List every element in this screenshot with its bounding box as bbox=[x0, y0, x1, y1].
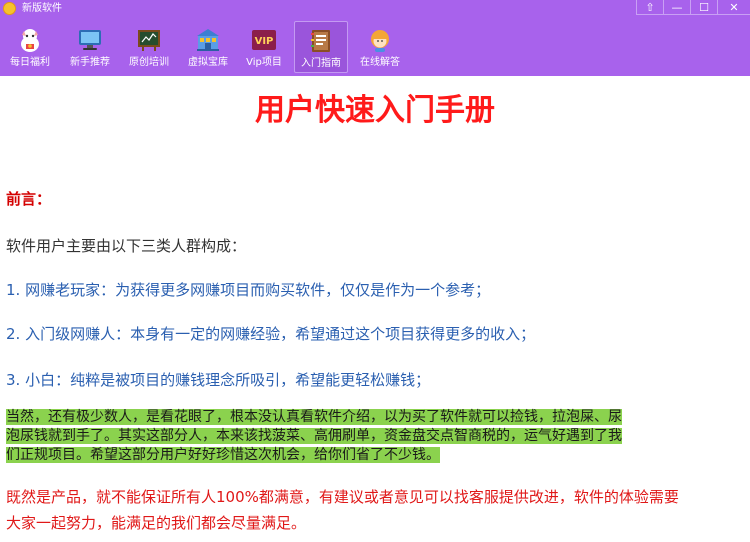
highlight-line: 们正规项目。希望这部分用户好好珍惜这次机会，给你们省了不少钱。 bbox=[6, 447, 440, 463]
skin-button[interactable]: ⇧ bbox=[636, 0, 663, 15]
toolbar-item-online-answers[interactable]: 在线解答 bbox=[352, 21, 408, 73]
vip-badge-text: VIP bbox=[255, 36, 274, 47]
main-toolbar: 每日福利 新手推荐 原创培训 虚拟宝库 VIP Vip项目 入门指南 在线解答 bbox=[0, 18, 750, 76]
toolbar-label: 虚拟宝库 bbox=[188, 57, 228, 68]
highlight-line: 当然，还有极少数人，是看花眼了，根本没认真看软件介绍，以为买了软件就可以捡钱，拉… bbox=[6, 409, 622, 425]
app-logo-icon bbox=[3, 2, 16, 15]
window-title: 新版软件 bbox=[22, 3, 62, 14]
closing-paragraph: 既然是产品，就不能保证所有人100%都满意，有建议或者意见可以找客服提供改进，软… bbox=[6, 484, 746, 536]
blackboard-icon bbox=[136, 27, 162, 53]
minimize-button[interactable]: — bbox=[663, 0, 690, 15]
monitor-icon bbox=[77, 27, 103, 53]
toolbar-label: 新手推荐 bbox=[70, 57, 110, 68]
toolbar-item-getting-started[interactable]: 入门指南 bbox=[294, 21, 348, 73]
toolbar-item-original-training[interactable]: 原创培训 bbox=[121, 21, 177, 73]
toolbar-label: 在线解答 bbox=[360, 57, 400, 68]
document-title: 用户快速入门手册 bbox=[255, 93, 495, 128]
support-agent-icon bbox=[367, 27, 393, 53]
highlight-line: 泡尿钱就到手了。其实这部分人，本来该找菠菜、高佣刷单，资金盘交点智商税的，运气好… bbox=[6, 428, 622, 444]
preface-heading: 前言： bbox=[6, 190, 52, 208]
toolbar-label: Vip项目 bbox=[246, 57, 282, 68]
toolbar-item-daily-welfare[interactable]: 每日福利 bbox=[2, 21, 58, 73]
maximize-button[interactable]: ☐ bbox=[690, 0, 717, 15]
document-content: 用户快速入门手册 前言： 软件用户主要由以下三类人群构成： 1. 网赚老玩家：为… bbox=[0, 76, 750, 542]
user-type-item: 3. 小白：纯粹是被项目的赚钱理念所吸引，希望能更轻松赚钱； bbox=[6, 371, 431, 389]
toolbar-item-vip-projects[interactable]: VIP Vip项目 bbox=[238, 21, 290, 73]
vip-badge-icon: VIP bbox=[251, 27, 277, 53]
treasure-building-icon bbox=[195, 27, 221, 53]
highlighted-paragraph: 当然，还有极少数人，是看花眼了，根本没认真看软件介绍，以为买了软件就可以捡钱，拉… bbox=[6, 408, 734, 465]
title-bar: 新版软件 ⇧ — ☐ ✕ bbox=[0, 0, 750, 18]
guide-book-icon bbox=[308, 28, 334, 54]
toolbar-label: 原创培训 bbox=[129, 57, 169, 68]
closing-line: 既然是产品，就不能保证所有人100%都满意，有建议或者意见可以找客服提供改进，软… bbox=[6, 488, 679, 506]
closing-line: 大家一起努力，能满足的我们都会尽量满足。 bbox=[6, 514, 307, 532]
user-type-item: 2. 入门级网赚人：本身有一定的网赚经验，希望通过这个项目获得更多的收入； bbox=[6, 325, 536, 343]
user-type-item: 1. 网赚老玩家：为获得更多网赚项目而购买软件，仅仅是作为一个参考； bbox=[6, 281, 491, 299]
window-controls: ⇧ — ☐ ✕ bbox=[636, 0, 750, 18]
toolbar-item-virtual-treasury[interactable]: 虚拟宝库 bbox=[180, 21, 236, 73]
close-button[interactable]: ✕ bbox=[717, 0, 750, 15]
lucky-cat-icon bbox=[17, 27, 43, 53]
toolbar-item-beginner-recommend[interactable]: 新手推荐 bbox=[62, 21, 118, 73]
toolbar-label: 入门指南 bbox=[301, 58, 341, 69]
intro-paragraph: 软件用户主要由以下三类人群构成： bbox=[6, 237, 247, 255]
toolbar-label: 每日福利 bbox=[10, 57, 50, 68]
